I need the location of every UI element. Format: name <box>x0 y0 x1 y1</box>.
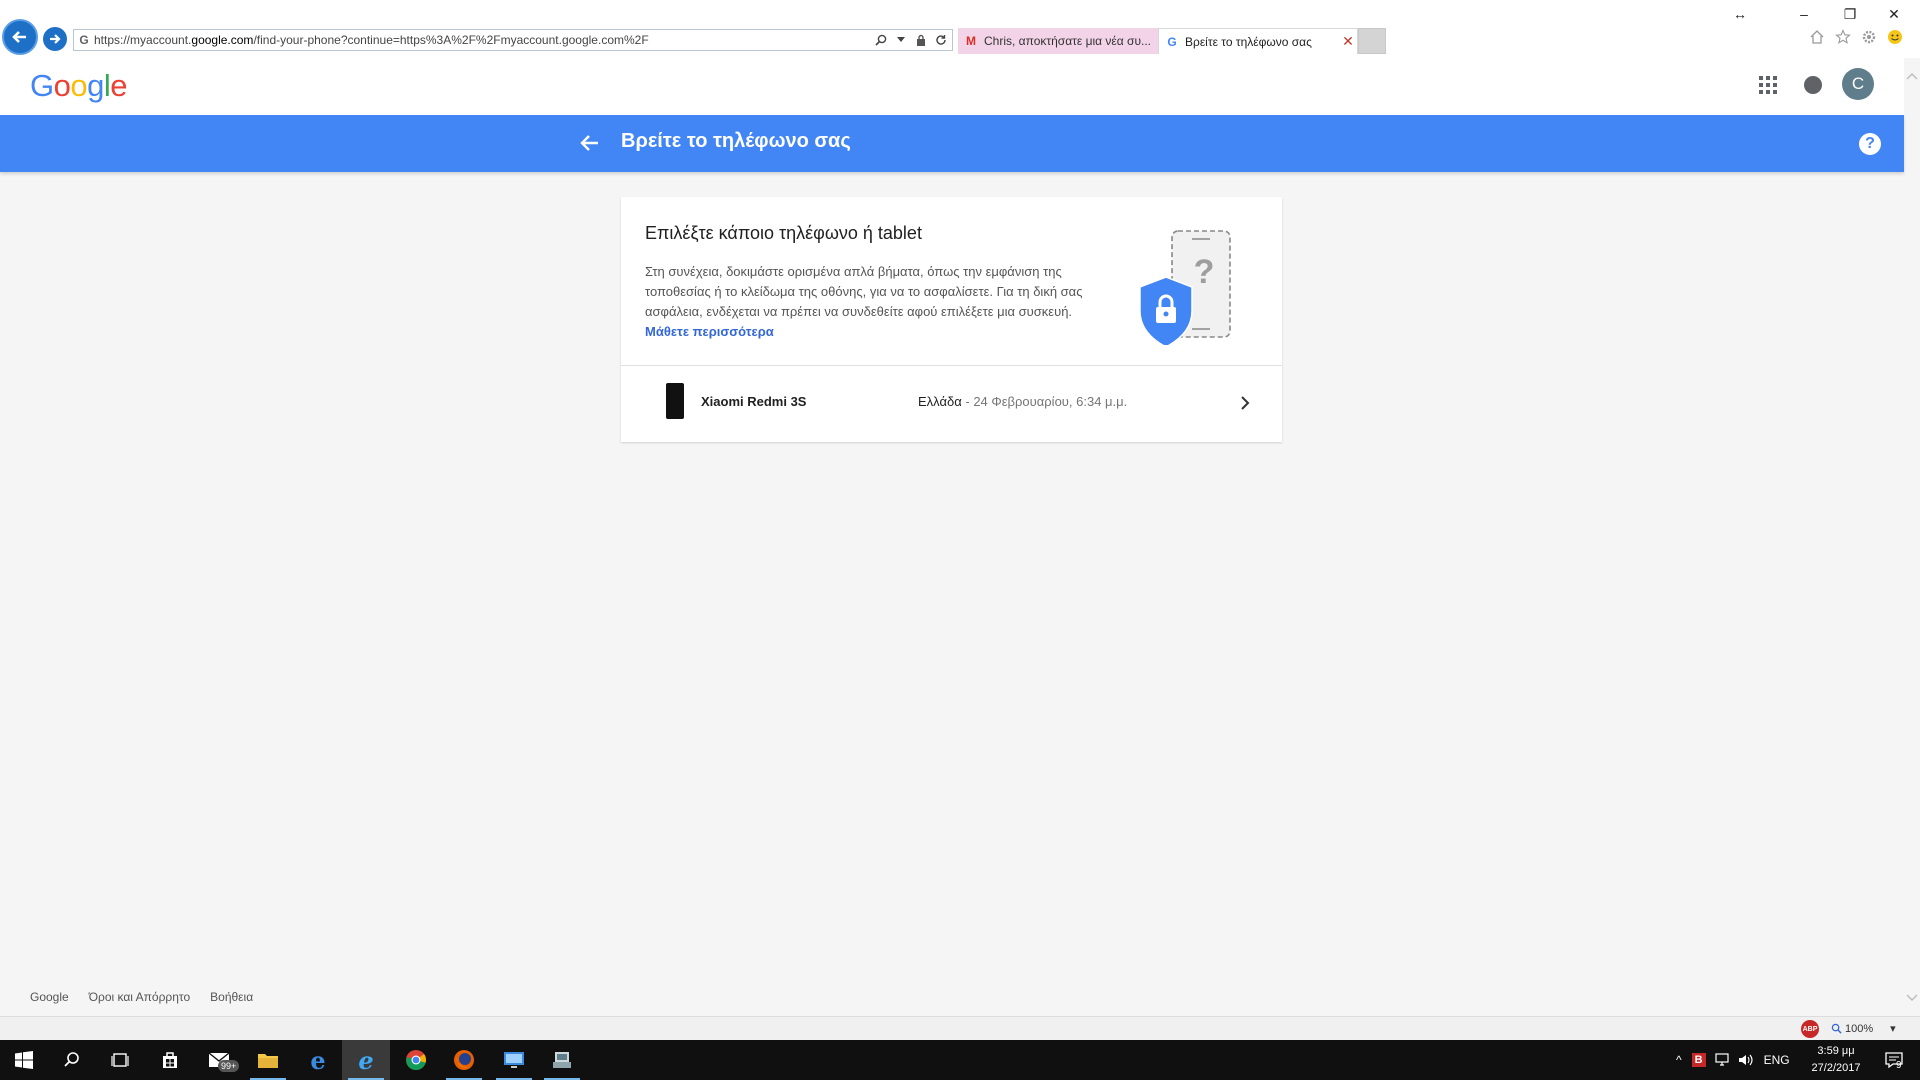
browser-forward-button[interactable] <box>43 27 67 51</box>
chevron-right-icon <box>1241 396 1250 410</box>
show-hidden-icons-icon[interactable]: ^ <box>1676 1053 1682 1067</box>
taskbar-app[interactable] <box>538 1040 586 1080</box>
help-icon[interactable]: ? <box>1859 133 1881 155</box>
close-window-button[interactable]: ✕ <box>1874 2 1914 26</box>
taskbar-store[interactable] <box>146 1040 194 1080</box>
back-arrow-icon[interactable] <box>578 131 602 155</box>
device-selection-card: Επιλέξτε κάποιο τηλέφωνο ή tablet Στη συ… <box>621 197 1282 442</box>
device-last-seen: Ελλάδα - 24 Φεβρουαρίου, 6:34 μ.μ. <box>918 394 1128 409</box>
task-view-icon <box>111 1053 129 1067</box>
windows-taskbar: 99+ e e ^ B ENG 3:59 μμ 27/2/2017 9 <box>0 1040 1920 1080</box>
browser-chrome: G https://myaccount.google.com/find-your… <box>0 0 1920 58</box>
system-tray: ^ B ENG <box>1676 1040 1790 1080</box>
taskbar-remote-desktop[interactable] <box>490 1040 538 1080</box>
page-title: Βρείτε το τηλέφωνο σας <box>621 130 851 152</box>
search-taskbar-button[interactable] <box>48 1040 96 1080</box>
firefox-icon <box>454 1050 474 1070</box>
clock-time: 3:59 μμ <box>1817 1045 1855 1057</box>
phone-security-illustration-icon: ? <box>1139 230 1231 345</box>
learn-more-link[interactable]: Μάθετε περισσότερα <box>645 324 774 339</box>
notification-count: 9 <box>1896 1060 1902 1071</box>
svg-text:?: ? <box>1194 253 1215 291</box>
notifications-bell-icon[interactable] <box>1804 76 1822 94</box>
phone-icon <box>666 383 684 419</box>
browser-back-button[interactable] <box>2 19 38 55</box>
device-name: Xiaomi Redmi 3S <box>701 394 807 409</box>
internet-explorer-icon: e <box>358 1045 374 1075</box>
input-language[interactable]: ENG <box>1764 1053 1790 1067</box>
scroll-up-icon[interactable] <box>1905 70 1919 84</box>
search-icon <box>64 1052 79 1067</box>
antivirus-tray-icon[interactable]: B <box>1691 1053 1706 1067</box>
google-bar: Google C <box>0 58 1904 115</box>
google-favicon-icon: G <box>79 33 89 47</box>
gear-icon[interactable] <box>1860 28 1878 46</box>
remote-desktop-icon <box>504 1052 524 1068</box>
taskbar-chrome[interactable] <box>392 1040 440 1080</box>
tab-find-your-phone[interactable]: G Βρείτε το τηλέφωνο σας ✕ <box>1158 28 1358 54</box>
zoom-dropdown-icon[interactable]: ▾ <box>1890 1022 1896 1035</box>
chrome-icon <box>406 1050 426 1071</box>
tab-label: Βρείτε το τηλέφωνο σας <box>1185 34 1312 49</box>
footer-link-help[interactable]: Βοήθεια <box>210 990 253 1004</box>
mail-badge: 99+ <box>218 1060 240 1072</box>
edge-icon: e <box>310 1045 326 1075</box>
arrow-left-icon <box>12 31 26 43</box>
browser-status-bar: ABP 100% ▾ <box>0 1016 1920 1040</box>
restore-button[interactable]: ❐ <box>1830 2 1870 26</box>
scroll-down-icon[interactable] <box>1905 990 1919 1004</box>
task-view-button[interactable] <box>96 1040 144 1080</box>
volume-icon[interactable] <box>1738 1053 1754 1067</box>
arrow-right-icon <box>50 34 61 44</box>
footer-link-google[interactable]: Google <box>30 990 69 1004</box>
taskbar-file-explorer[interactable] <box>244 1040 292 1080</box>
tab-gmail[interactable]: M Chris, αποκτήσατε μια νέα συ... <box>958 28 1158 54</box>
taskbar-firefox[interactable] <box>440 1040 488 1080</box>
smiley-feedback-icon[interactable] <box>1886 28 1904 46</box>
taskbar-internet-explorer[interactable]: e <box>342 1040 390 1080</box>
address-url[interactable]: https://myaccount.google.com/find-your-p… <box>94 33 874 47</box>
start-button[interactable] <box>0 1040 48 1080</box>
favorites-star-icon[interactable] <box>1834 28 1852 46</box>
home-icon[interactable] <box>1808 28 1826 46</box>
resize-icon: ↔ <box>1733 6 1747 22</box>
adblock-icon[interactable]: ABP <box>1801 1020 1819 1038</box>
close-tab-icon[interactable]: ✕ <box>1339 33 1357 50</box>
google-logo[interactable]: Google <box>30 68 128 104</box>
minimize-button[interactable]: – <box>1784 2 1824 26</box>
clock-date: 27/2/2017 <box>1811 1062 1861 1074</box>
zoom-icon <box>1831 1023 1842 1034</box>
card-title: Επιλέξτε κάποιο τηλέφωνο ή tablet <box>645 223 922 243</box>
store-icon <box>163 1052 177 1068</box>
page-header: Βρείτε το τηλέφωνο σας ? <box>0 115 1904 172</box>
network-icon[interactable] <box>1714 1053 1730 1067</box>
taskbar-clock[interactable]: 3:59 μμ 27/2/2017 <box>1803 1043 1869 1077</box>
device-row[interactable]: Xiaomi Redmi 3S Ελλάδα - 24 Φεβρουαρίου,… <box>621 366 1282 442</box>
folder-icon <box>258 1054 278 1068</box>
card-description: Στη συνέχεια, δοκιμάστε ορισμένα απλά βή… <box>645 264 1083 339</box>
taskbar-mail[interactable]: 99+ <box>196 1040 244 1080</box>
address-bar[interactable]: G https://myaccount.google.com/find-your… <box>73 29 953 51</box>
account-avatar[interactable]: C <box>1842 68 1874 100</box>
windows-logo-icon <box>15 1051 33 1069</box>
action-center-button[interactable]: 9 <box>1870 1040 1918 1080</box>
tab-label: Chris, αποκτήσατε μια νέα συ... <box>984 34 1152 48</box>
computer-app-icon <box>553 1052 571 1068</box>
refresh-icon[interactable] <box>934 33 948 47</box>
zoom-level: 100% <box>1845 1022 1874 1035</box>
taskbar-edge[interactable]: e <box>294 1040 342 1080</box>
footer-link-terms-privacy[interactable]: Όροι και Απόρρητο <box>89 990 190 1004</box>
new-tab-button[interactable] <box>1358 28 1386 54</box>
apps-grid-icon[interactable] <box>1759 76 1777 94</box>
lock-icon[interactable] <box>914 33 928 47</box>
page-footer: Google Όροι και Απόρρητο Βοήθεια <box>30 990 253 1004</box>
dropdown-arrow-icon[interactable] <box>894 33 908 47</box>
gmail-icon: M <box>966 34 976 48</box>
google-g-icon: G <box>1167 34 1177 49</box>
search-icon[interactable] <box>874 33 888 47</box>
zoom-control[interactable]: 100% ▾ <box>1831 1022 1896 1035</box>
